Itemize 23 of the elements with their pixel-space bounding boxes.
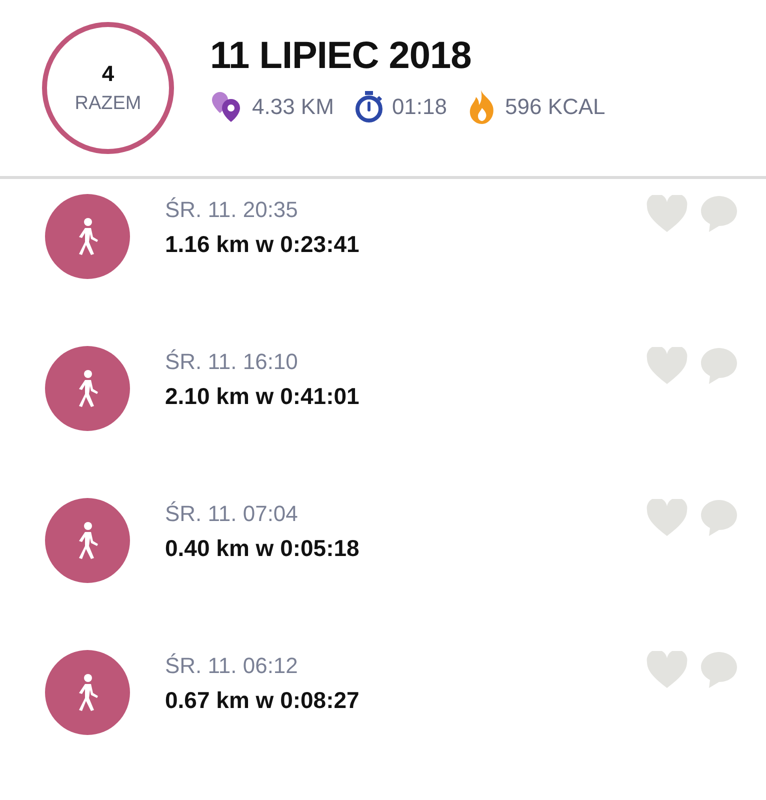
comment-icon[interactable]	[700, 651, 738, 689]
duration-text: 01:18	[392, 94, 447, 120]
comment-icon[interactable]	[700, 499, 738, 537]
heart-icon[interactable]	[646, 499, 688, 537]
calories-text: 596 KCAL	[505, 94, 606, 120]
activity-time: ŚR. 11. 16:10	[165, 349, 299, 375]
activity-time: ŚR. 11. 06:12	[165, 653, 299, 679]
total-count: 4	[102, 61, 114, 87]
comment-icon[interactable]	[700, 195, 738, 233]
activity-result: 1.16 km w 0:23:41	[165, 231, 360, 258]
date-title: 11 LIPIEC 2018	[210, 34, 472, 78]
heart-icon[interactable]	[646, 195, 688, 233]
activity-result: 0.40 km w 0:05:18	[165, 535, 360, 562]
activity-time: ŚR. 11. 07:04	[165, 501, 299, 527]
stopwatch-icon	[354, 90, 384, 122]
activity-time: ŚR. 11. 20:35	[165, 197, 299, 223]
activity-result: 0.67 km w 0:08:27	[165, 687, 360, 714]
total-label: RAZEM	[74, 93, 142, 115]
distance-text: 4.33 KM	[252, 94, 334, 120]
heart-icon[interactable]	[646, 651, 688, 689]
heart-icon[interactable]	[646, 347, 688, 385]
comment-icon[interactable]	[700, 347, 738, 385]
activity-result: 2.10 km w 0:41:01	[165, 383, 360, 410]
